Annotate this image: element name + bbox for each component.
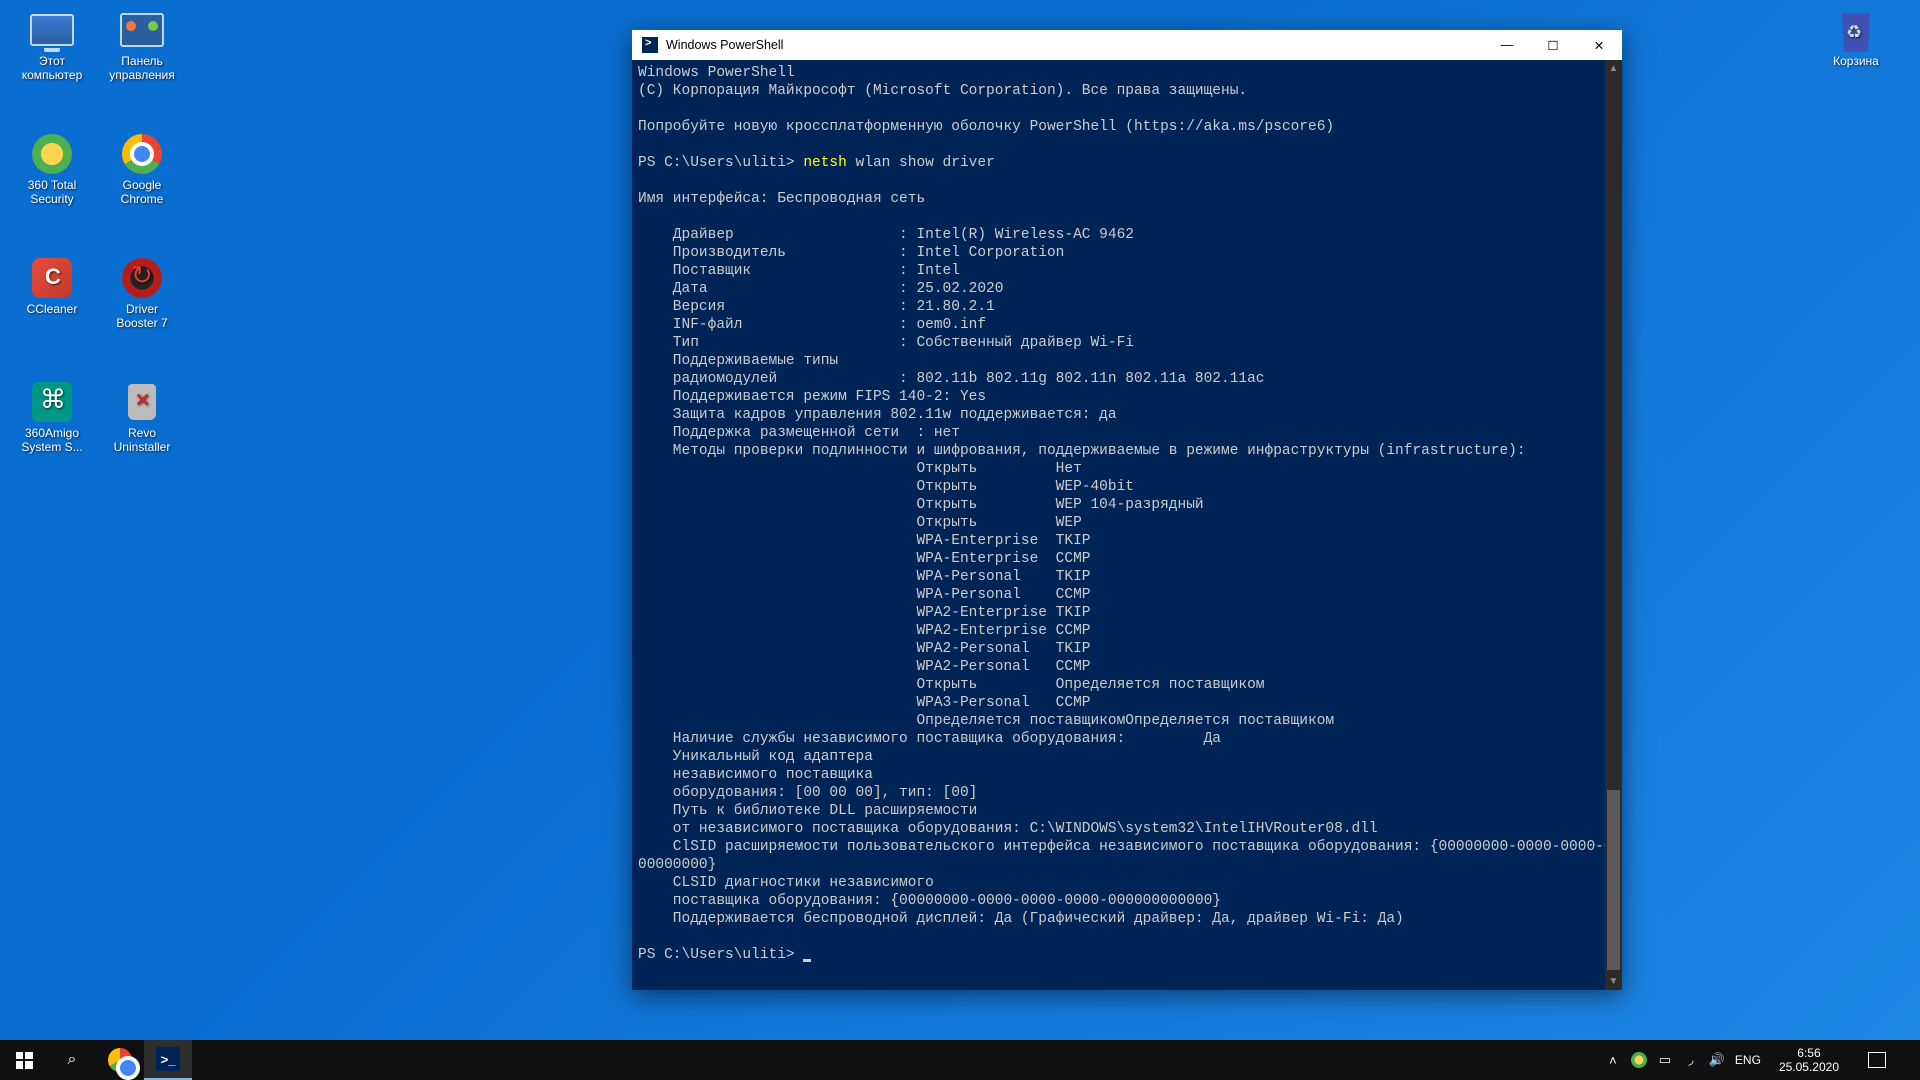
terminal-scrollbar[interactable]: ▲ ▼	[1605, 60, 1622, 990]
volume-icon[interactable]: 🔊	[1709, 1052, 1725, 1068]
start-button[interactable]	[0, 1040, 48, 1080]
minimize-button[interactable]: ―	[1484, 30, 1530, 60]
taskbar-app-chrome[interactable]	[96, 1040, 144, 1080]
notification-icon	[1868, 1052, 1886, 1068]
desktop-icon-label: Панель управления	[104, 54, 180, 82]
desktop: Этот компьютер 360 Total Security CClean…	[0, 0, 1920, 1040]
desktop-icon-label: Google Chrome	[104, 178, 180, 206]
chrome-icon	[108, 1048, 132, 1072]
ccleaner-icon	[28, 258, 76, 298]
windows-logo-icon	[16, 1052, 33, 1069]
desktop-icon-chrome[interactable]: Google Chrome	[104, 134, 180, 206]
control-panel-icon	[118, 10, 166, 50]
taskbar-date: 25.05.2020	[1779, 1060, 1839, 1074]
desktop-icon-label: 360Amigo System S...	[14, 426, 90, 454]
system-tray: ˄ ▭ ◞ 🔊 ENG 6:56 25.05.2020	[1595, 1040, 1920, 1080]
scroll-down-arrow-icon[interactable]: ▼	[1605, 973, 1622, 990]
scroll-up-arrow-icon[interactable]: ▲	[1605, 60, 1622, 77]
window-title: Windows PowerShell	[666, 38, 1484, 52]
maximize-button[interactable]: ☐	[1530, 30, 1576, 60]
recycle-bin-icon	[1832, 10, 1880, 50]
powershell-window: Windows PowerShell ― ☐ ✕ Windows PowerSh…	[632, 30, 1622, 990]
close-button[interactable]: ✕	[1576, 30, 1622, 60]
taskbar-time: 6:56	[1779, 1046, 1839, 1060]
shield-icon	[28, 134, 76, 174]
driver-booster-icon	[118, 258, 166, 298]
tray-chevron-up-icon[interactable]: ˄	[1605, 1052, 1621, 1068]
desktop-icon-recycle-bin[interactable]: Корзина	[1818, 10, 1894, 68]
chrome-icon	[118, 134, 166, 174]
action-center-button[interactable]	[1857, 1052, 1897, 1068]
desktop-icon-label: Driver Booster 7	[104, 302, 180, 330]
powershell-icon	[642, 37, 658, 53]
desktop-icon-360ts[interactable]: 360 Total Security	[14, 134, 90, 206]
terminal-output[interactable]: Windows PowerShell (C) Корпорация Майкро…	[632, 60, 1622, 990]
battery-icon[interactable]: ▭	[1657, 1052, 1673, 1068]
desktop-icon-label: Этот компьютер	[14, 54, 90, 82]
computer-icon	[28, 10, 76, 50]
desktop-icon-ccleaner[interactable]: CCleaner	[14, 258, 90, 316]
uninstaller-icon	[118, 382, 166, 422]
desktop-icon-label: 360 Total Security	[14, 178, 90, 206]
language-indicator[interactable]: ENG	[1735, 1053, 1761, 1067]
wifi-icon[interactable]: ◞	[1683, 1052, 1699, 1068]
taskbar: ⌕ >_ ˄ ▭ ◞ 🔊 ENG 6:56 25.05.2020	[0, 1040, 1920, 1080]
search-icon: ⌕	[68, 1051, 77, 1069]
search-button[interactable]: ⌕	[48, 1040, 96, 1080]
desktop-icon-this-pc[interactable]: Этот компьютер	[14, 10, 90, 82]
powershell-icon: >_	[156, 1047, 180, 1071]
taskbar-clock[interactable]: 6:56 25.05.2020	[1771, 1046, 1847, 1074]
window-titlebar[interactable]: Windows PowerShell ― ☐ ✕	[632, 30, 1622, 60]
desktop-icon-amigo[interactable]: 360Amigo System S...	[14, 382, 90, 454]
desktop-icon-label: Revo Uninstaller	[104, 426, 180, 454]
amigo-icon	[28, 382, 76, 422]
taskbar-app-powershell[interactable]: >_	[144, 1040, 192, 1080]
scroll-thumb[interactable]	[1607, 790, 1620, 970]
desktop-icon-revo[interactable]: Revo Uninstaller	[104, 382, 180, 454]
desktop-icon-label: CCleaner	[14, 302, 90, 316]
desktop-icon-label: Корзина	[1818, 54, 1894, 68]
desktop-icon-driver-booster[interactable]: Driver Booster 7	[104, 258, 180, 330]
tray-security-icon[interactable]	[1631, 1052, 1647, 1068]
desktop-icon-control-panel[interactable]: Панель управления	[104, 10, 180, 82]
